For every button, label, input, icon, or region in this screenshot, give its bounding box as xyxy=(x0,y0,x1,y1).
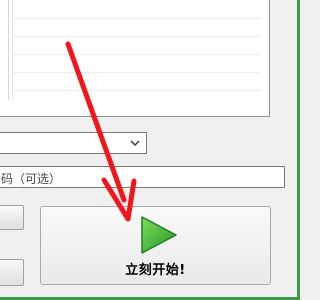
grid-column-line xyxy=(12,0,13,100)
chevron-down-icon xyxy=(130,140,140,146)
start-button-label: 立刻开始! xyxy=(125,263,186,278)
grid-row-line xyxy=(12,36,260,37)
grid-row-line xyxy=(12,72,260,73)
start-now-button[interactable]: 立刻开始! xyxy=(40,206,271,285)
password-field-text: 码（可选） xyxy=(1,172,62,186)
play-icon xyxy=(141,216,177,254)
grid-row-line xyxy=(12,18,260,19)
list-panel[interactable] xyxy=(0,0,270,117)
side-button-bottom[interactable] xyxy=(0,259,24,286)
list-edge xyxy=(8,0,9,100)
password-field[interactable]: 码（可选） xyxy=(0,166,285,188)
window-border-right xyxy=(297,0,300,300)
side-button-top[interactable] xyxy=(0,205,24,230)
grid-row-line xyxy=(12,90,260,91)
app-window: 码（可选） 立刻开始! xyxy=(0,0,300,300)
grid-row-line xyxy=(12,54,260,55)
mode-dropdown[interactable] xyxy=(0,132,147,154)
